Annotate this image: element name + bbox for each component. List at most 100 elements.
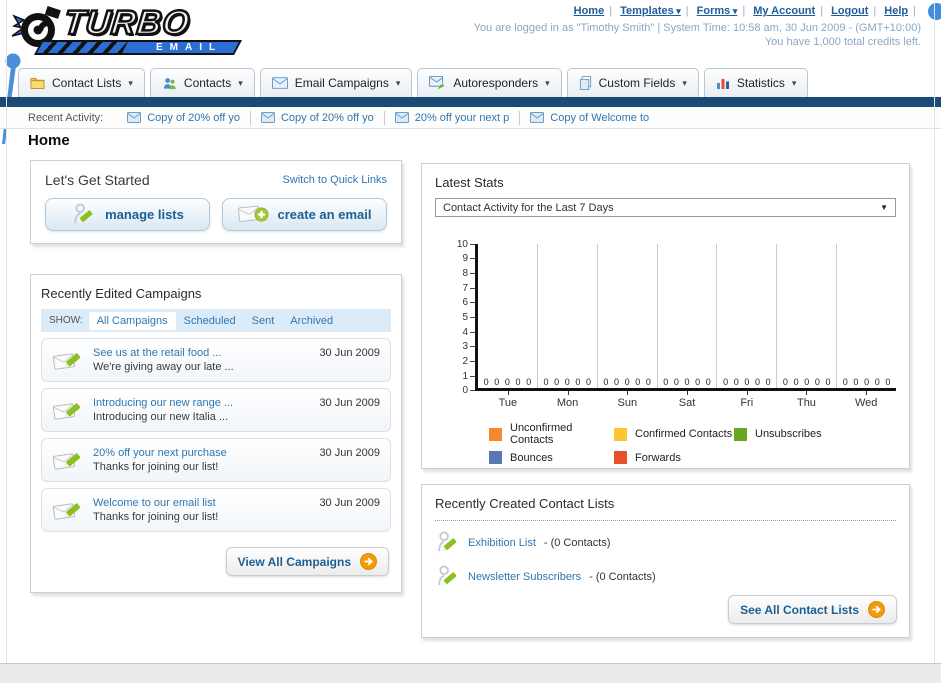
contact-list-item[interactable]: Exhibition List - (0 Contacts) — [435, 530, 896, 555]
campaign-filter-tab[interactable]: Scheduled — [176, 312, 244, 330]
recent-activity-link[interactable]: 20% off your next p — [415, 112, 510, 124]
campaign-title-link[interactable]: 20% off your next purchase — [93, 447, 227, 459]
header-link[interactable]: Logout | — [831, 5, 881, 17]
campaign-date: 30 Jun 2009 — [319, 397, 380, 409]
recent-activity-link[interactable]: Copy of Welcome to — [550, 112, 649, 124]
bar-value-label: 0 — [543, 377, 549, 387]
button-label: See All Contact Lists — [740, 602, 859, 617]
campaign-card[interactable]: Introducing our new range ... 30 Jun 200… — [41, 388, 391, 432]
nav-tab-label: Statistics — [736, 76, 785, 90]
chevron-down-icon: ▾ — [545, 77, 550, 88]
recent-activity-link[interactable]: Copy of 20% off yo — [147, 112, 240, 124]
chart-x-axis: Tue Mon Sun Sat Fri Thu Wed — [478, 391, 896, 409]
campaign-title-link[interactable]: See us at the retail food ... — [93, 347, 221, 359]
chevron-down-icon: ▼ — [880, 203, 888, 212]
legend-item: Unconfirmed Contacts — [489, 422, 614, 446]
view-all-campaigns-button[interactable]: View All Campaigns — [225, 547, 389, 576]
campaign-card[interactable]: See us at the retail food ... 30 Jun 200… — [41, 338, 391, 382]
x-axis-label: Sun — [597, 391, 657, 409]
nav-tab[interactable]: Statistics ▾ — [703, 68, 809, 97]
contact-list-link[interactable]: Exhibition List — [468, 537, 536, 549]
header-link[interactable]: Home | — [574, 5, 617, 17]
x-axis-label: Thu — [777, 391, 837, 409]
campaign-card[interactable]: Welcome to our email list 30 Jun 2009 Th… — [41, 488, 391, 532]
nav-tab[interactable]: Autoresponders ▾ — [417, 68, 562, 97]
blue-dot-decoration — [928, 3, 941, 20]
nav-tab[interactable]: Contacts ▾ — [149, 68, 255, 97]
recent-activity-link[interactable]: Copy of 20% off yo — [281, 112, 374, 124]
bar-value-label: 0 — [673, 377, 679, 387]
contact-list-item[interactable]: Newsletter Subscribers - (0 Contacts) — [435, 564, 896, 589]
contact-list-link[interactable]: Newsletter Subscribers — [468, 571, 581, 583]
chart-day-group: 00000 — [716, 244, 776, 388]
link-separator: | — [685, 5, 689, 17]
envelope-pencil-icon — [52, 397, 84, 424]
contact-list-count: - (0 Contacts) — [543, 536, 611, 549]
bar-value-label: 0 — [603, 377, 609, 387]
legend-swatch — [489, 427, 502, 441]
envelope-pencil-icon — [52, 497, 84, 524]
campaign-title-link[interactable]: Welcome to our email list — [93, 497, 216, 509]
latest-stats-title: Latest Stats — [435, 175, 504, 190]
latest-stats-panel: Latest Stats Contact Activity for the La… — [421, 163, 910, 469]
contact-lists-panel: Recently Created Contact Lists Exhibitio… — [421, 484, 910, 638]
campaign-title-link[interactable]: Introducing our new range ... — [93, 397, 233, 409]
see-all-contact-lists-button[interactable]: See All Contact Lists — [728, 595, 897, 624]
campaign-card[interactable]: 20% off your next purchase 30 Jun 2009 T… — [41, 438, 391, 482]
footer-band — [0, 663, 941, 683]
switch-quick-links-link[interactable]: Switch to Quick Links — [282, 174, 387, 186]
x-axis-label: Wed — [836, 391, 896, 409]
stats-period-dropdown[interactable]: Contact Activity for the Last 7 Days ▼ — [435, 198, 896, 217]
bar-value-label: 0 — [705, 377, 711, 387]
envelope-pencil-icon — [52, 347, 84, 374]
campaign-subtitle: Thanks for joining our list! — [93, 461, 219, 473]
header-link[interactable]: My Account | — [753, 5, 828, 17]
bar-value-label: 0 — [814, 377, 820, 387]
chart-y-axis: 10 9 8 7 6 5 4 3 2 1 0 — [456, 238, 468, 397]
nav-tab[interactable]: Email Campaigns ▾ — [259, 68, 413, 97]
link-separator: | — [873, 5, 877, 17]
legend-label: Bounces — [510, 451, 553, 464]
chevron-down-icon: ▾ — [791, 77, 797, 88]
envelope-small-icon — [127, 112, 142, 123]
get-started-panel: Let's Get Started Switch to Quick Links … — [30, 160, 402, 244]
bar-value-label: 0 — [842, 377, 848, 387]
bar-value-label: 0 — [695, 377, 701, 387]
recent-activity-items: Copy of 20% off yo Copy of 20% off yo 20… — [117, 107, 659, 128]
get-started-button[interactable]: manage lists — [45, 198, 210, 231]
envelope-icon — [271, 77, 288, 89]
legend-item: Bounces — [489, 451, 614, 464]
status-line-1: You are logged in as "Timothy Smith" | S… — [473, 22, 921, 34]
campaign-filter-tab[interactable]: All Campaigns — [88, 311, 176, 330]
nav-tab[interactable]: Custom Fields ▾ — [566, 68, 699, 97]
get-started-title: Let's Get Started — [45, 172, 150, 188]
person-pencil-icon — [435, 530, 460, 555]
nav-tab-label: Autoresponders — [453, 76, 539, 90]
bar-value-label: 0 — [853, 377, 859, 387]
bar-value-label: 0 — [494, 377, 500, 387]
x-axis-label: Tue — [478, 391, 538, 409]
bar-value-label: 0 — [885, 377, 891, 387]
recent-activity-item: 20% off your next p — [385, 110, 521, 125]
navy-divider-bar — [0, 97, 941, 107]
recent-activity-item: Copy of Welcome to — [520, 111, 659, 125]
campaign-subtitle: We're giving away our late ... — [93, 361, 234, 373]
link-separator: | — [609, 5, 613, 17]
campaign-date: 30 Jun 2009 — [319, 347, 380, 359]
bar-value-label: 0 — [782, 377, 788, 387]
nav-tab[interactable]: Contact Lists ▾ — [18, 68, 145, 97]
bar-value-label: 0 — [663, 377, 669, 387]
header-link[interactable]: Forms| — [697, 5, 751, 17]
header-link[interactable]: Help | — [884, 5, 921, 17]
campaign-date: 30 Jun 2009 — [319, 447, 380, 459]
recent-activity-item: Copy of 20% off yo — [117, 110, 251, 125]
envelope-arrow-icon — [429, 76, 446, 90]
header-links: Home| Templates| Forms| My Account| Logo… — [574, 5, 921, 17]
header-link[interactable]: Templates| — [620, 5, 693, 17]
page-title: Home — [28, 132, 70, 149]
legend-item: Unsubscribes — [734, 422, 896, 446]
get-started-button[interactable]: create an email — [222, 198, 387, 231]
campaign-filter-tab[interactable]: Sent — [244, 312, 283, 330]
bar-value-label: 0 — [483, 377, 489, 387]
campaign-filter-tab[interactable]: Archived — [282, 312, 341, 330]
